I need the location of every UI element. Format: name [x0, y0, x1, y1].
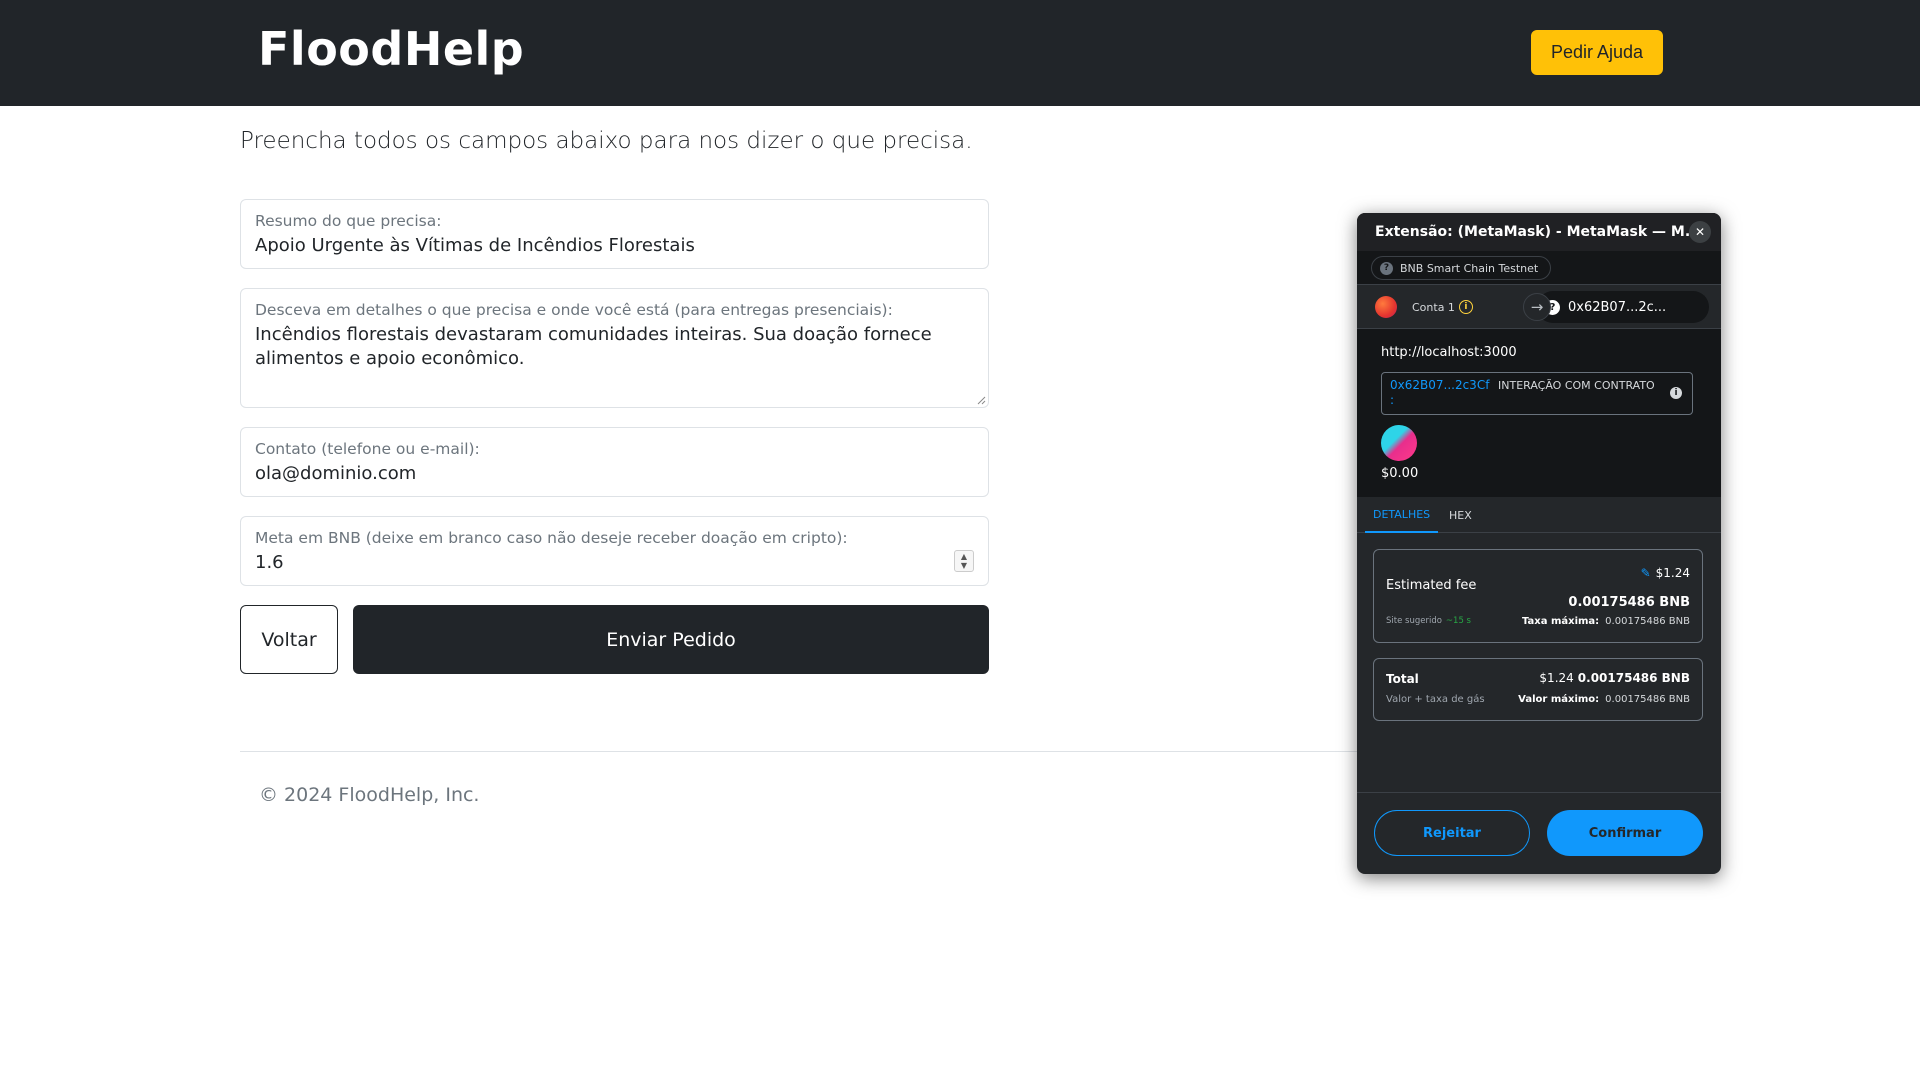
- detail-tabs: DETALHES HEX: [1357, 497, 1721, 533]
- goal-label: Meta em BNB (deixe em branco caso não de…: [255, 529, 848, 547]
- contract-box: 0x62B07...2c3Cf : INTERAÇÃO COM CONTRATO…: [1381, 372, 1693, 415]
- max-amount-row: Valor máximo: 0.00175486 BNB: [1518, 694, 1690, 705]
- details-label: Desceva em detalhes o que precisa e onde…: [255, 301, 893, 319]
- network-pill[interactable]: ? BNB Smart Chain Testnet: [1371, 256, 1552, 280]
- max-amount-value: 0.00175486 BNB: [1605, 694, 1690, 705]
- resize-handle-icon[interactable]: [976, 395, 986, 405]
- contact-field[interactable]: Contato (telefone ou e-mail): ola@domini…: [240, 427, 989, 497]
- goal-field[interactable]: Meta em BNB (deixe em branco caso não de…: [240, 516, 989, 586]
- confirm-button[interactable]: Confirmar: [1547, 810, 1703, 856]
- account-bar: Conta 1 i ? 0x62B07...2c... →: [1357, 285, 1721, 329]
- reject-button[interactable]: Rejeitar: [1374, 810, 1530, 856]
- destination-address: 0x62B07...2c...: [1568, 299, 1667, 315]
- tab-details[interactable]: DETALHES: [1365, 497, 1439, 533]
- max-amount-label: Valor máximo:: [1518, 694, 1600, 705]
- contract-kind: INTERAÇÃO COM CONTRATO: [1498, 379, 1655, 392]
- fee-usd: $1.24: [1655, 566, 1690, 580]
- max-fee-value: 0.00175486 BNB: [1605, 616, 1690, 627]
- details-textarea[interactable]: Incêndios florestais devastaram comunida…: [255, 323, 974, 371]
- back-button[interactable]: Voltar: [240, 605, 338, 674]
- metamask-popup: Extensão: (MetaMask) - MetaMask — M... ✕…: [1357, 213, 1721, 874]
- origin-url: http://localhost:3000: [1381, 345, 1517, 360]
- total-sub: Valor + taxa de gás: [1386, 694, 1485, 705]
- top-navbar: FloodHelp Pedir Ajuda: [0, 0, 1920, 106]
- summary-field[interactable]: Resumo do que precisa: Apoio Urgente às …: [240, 199, 989, 269]
- account-name-row[interactable]: Conta 1 i: [1412, 300, 1473, 314]
- ask-help-button[interactable]: Pedir Ajuda: [1531, 30, 1663, 75]
- footer-divider: [1357, 792, 1721, 793]
- chevron-up-icon[interactable]: ▲: [961, 552, 967, 561]
- total-card: Total $1.24 0.00175486 BNB Valor + taxa d…: [1373, 658, 1703, 721]
- details-field[interactable]: Desceva em detalhes o que precisa e onde…: [240, 288, 989, 408]
- network-bar: ? BNB Smart Chain Testnet: [1357, 251, 1721, 285]
- close-icon[interactable]: ✕: [1689, 221, 1711, 243]
- network-name: BNB Smart Chain Testnet: [1400, 261, 1539, 275]
- fee-time: ~15 s: [1445, 616, 1471, 626]
- token-icon: [1381, 425, 1417, 461]
- amount-value: $0.00: [1381, 466, 1419, 481]
- submit-request-button[interactable]: Enviar Pedido: [353, 605, 989, 674]
- fee-card: Estimated fee ✎ $1.24 0.00175486 BNB Sit…: [1373, 549, 1703, 643]
- brand-logo-text[interactable]: FloodHelp: [258, 22, 524, 76]
- contact-label: Contato (telefone ou e-mail):: [255, 440, 480, 458]
- summary-label: Resumo do que precisa:: [255, 212, 442, 230]
- fee-bnb: 0.00175486 BNB: [1568, 595, 1690, 610]
- fee-label: Estimated fee: [1386, 578, 1477, 593]
- account-name: Conta 1: [1412, 300, 1455, 314]
- destination-pill[interactable]: ? 0x62B07...2c...: [1537, 291, 1709, 323]
- question-icon: ?: [1380, 261, 1393, 275]
- info-icon[interactable]: i: [1458, 300, 1473, 314]
- copyright-text: © 2024 FloodHelp, Inc.: [259, 784, 480, 806]
- account-avatar: [1375, 296, 1397, 318]
- max-fee-label: Taxa máxima:: [1521, 616, 1600, 627]
- contract-address[interactable]: 0x62B07...2c3Cf :: [1390, 378, 1489, 408]
- goal-input[interactable]: 1.6: [255, 551, 974, 575]
- form-instructions: Preencha todos os campos abaixo para nos…: [240, 128, 973, 154]
- transaction-summary: http://localhost:3000 0x62B07...2c3Cf : …: [1357, 329, 1721, 497]
- total-label: Total: [1386, 672, 1419, 686]
- contact-input[interactable]: ola@dominio.com: [255, 462, 974, 486]
- number-stepper[interactable]: ▲ ▼: [954, 550, 974, 572]
- info-icon[interactable]: i: [1670, 387, 1682, 399]
- max-fee-row: Taxa máxima: 0.00175486 BNB: [1522, 616, 1690, 627]
- site-suggested: Site sugerido ~15 s: [1386, 616, 1471, 626]
- summary-input[interactable]: Apoio Urgente às Vítimas de Incêndios Fl…: [255, 234, 974, 258]
- chevron-down-icon[interactable]: ▼: [961, 561, 967, 570]
- total-value: $1.24 0.00175486 BNB: [1539, 671, 1690, 685]
- arrow-right-icon: →: [1523, 293, 1551, 321]
- pencil-icon[interactable]: ✎: [1641, 566, 1651, 580]
- popup-titlebar: Extensão: (MetaMask) - MetaMask — M... ✕: [1357, 213, 1721, 251]
- tab-hex[interactable]: HEX: [1443, 497, 1478, 533]
- popup-title: Extensão: (MetaMask) - MetaMask — M...: [1375, 224, 1701, 240]
- fee-usd-row[interactable]: ✎ $1.24: [1641, 566, 1690, 580]
